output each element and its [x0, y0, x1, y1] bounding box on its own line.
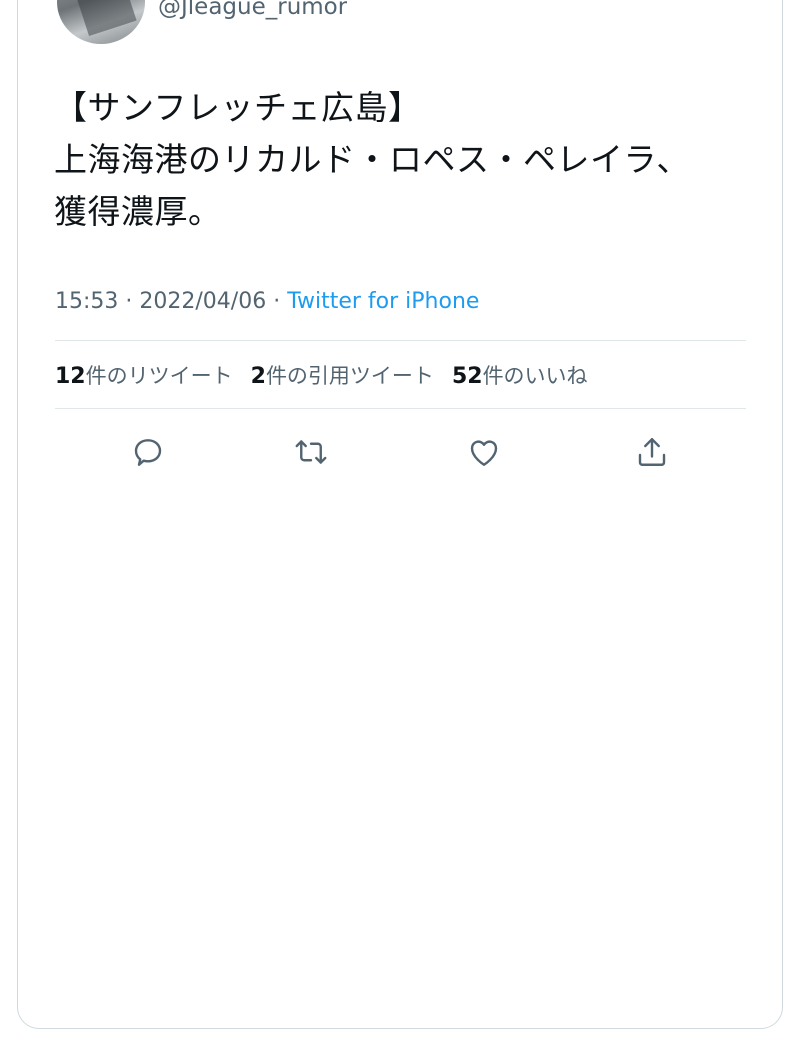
tweet-date[interactable]: 2022/04/06: [139, 289, 266, 314]
reply-button[interactable]: [126, 430, 170, 474]
meta-separator-2: ·: [266, 289, 288, 314]
quotes-label: 件の引用ツイート: [265, 364, 434, 388]
share-button[interactable]: [630, 430, 674, 474]
divider-bottom: [55, 408, 746, 409]
retweets-count: 12: [55, 364, 86, 389]
user-handle-text: @Jleague_rumor: [158, 0, 348, 20]
avatar-image: [67, 0, 137, 37]
action-bar: [0, 430, 800, 474]
likes-stat[interactable]: 52件のいいね: [451, 364, 588, 389]
divider-top: [55, 340, 746, 341]
tweet-text: 【サンフレッチェ広島】 上海海港のリカルド・ロペス・ペレイラ、 獲得濃厚。: [54, 88, 690, 231]
meta-separator-1: ·: [118, 289, 140, 314]
reply-icon: [134, 439, 162, 466]
share-icon: [638, 438, 666, 466]
retweet-icon: [295, 440, 327, 464]
tweet-meta: 15:53 · 2022/04/06 · Twitter for iPhone: [55, 287, 479, 317]
tweet-source[interactable]: Twitter for iPhone: [287, 289, 479, 314]
tweet-time[interactable]: 15:53: [55, 289, 118, 314]
retweets-stat[interactable]: 12件のリツイート: [55, 364, 233, 389]
like-icon: [470, 440, 498, 466]
likes-count: 52: [451, 364, 483, 389]
quotes-stat[interactable]: 2件の引用ツイート: [250, 364, 434, 389]
quotes-count: 2: [250, 364, 266, 389]
retweet-button[interactable]: [289, 430, 333, 474]
likes-label: 件のいいね: [482, 364, 588, 388]
tweet-stats: 12件のリツイート 2件の引用ツイート 52件のいいね: [55, 361, 606, 392]
user-handle[interactable]: @Jleague_rumor: [158, 0, 347, 22]
retweets-label: 件のリツイート: [85, 364, 233, 388]
like-button[interactable]: [462, 430, 506, 474]
